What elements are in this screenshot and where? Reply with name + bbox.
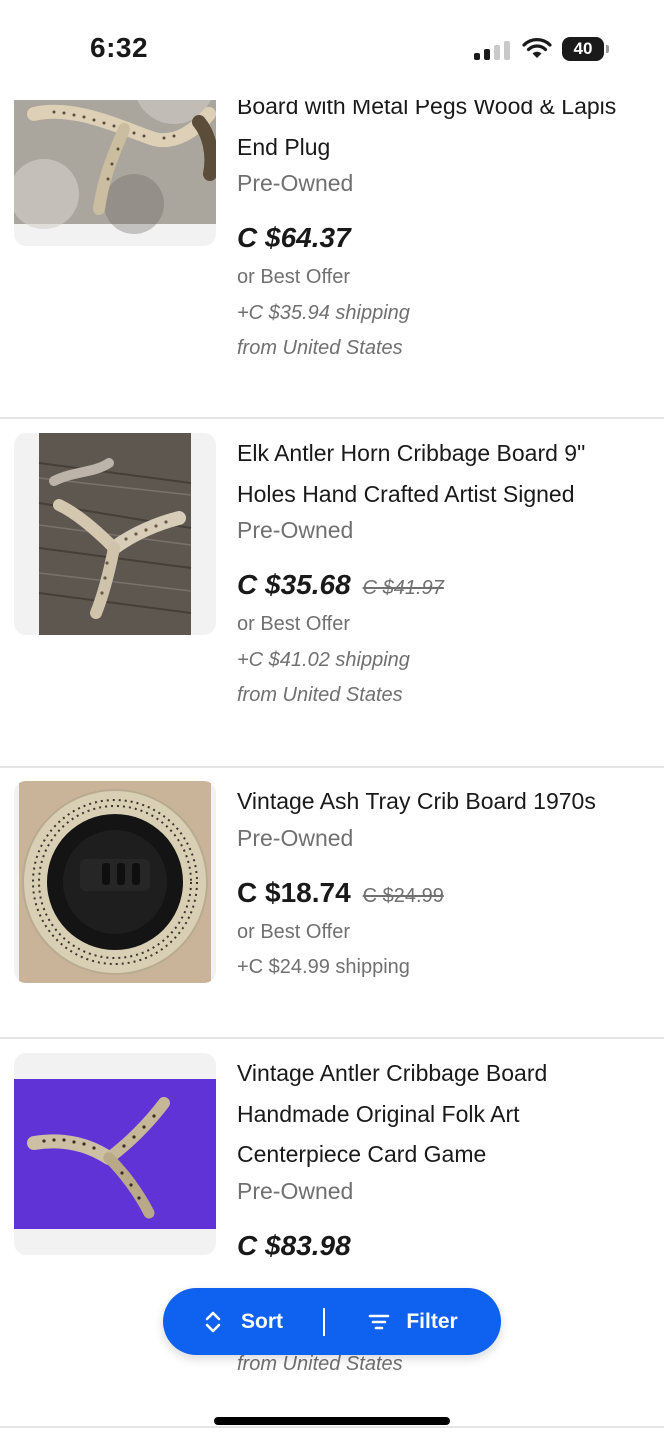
best-offer-label: or Best Offer bbox=[237, 266, 351, 288]
shipping-cost: +C $24.99 shipping bbox=[237, 956, 410, 978]
battery-icon: 40 bbox=[562, 37, 604, 61]
price-row: C $35.68 C $41.97 bbox=[237, 569, 657, 607]
listing-condition: Pre-Owned bbox=[237, 517, 354, 543]
signal-icon bbox=[474, 40, 510, 60]
home-indicator[interactable] bbox=[214, 1417, 450, 1425]
price-row: C $18.74 C $24.99 bbox=[237, 877, 657, 915]
wifi-icon bbox=[522, 38, 552, 58]
listing-price: C $64.37 bbox=[237, 222, 351, 253]
sort-filter-bar: Sort Filter bbox=[163, 1288, 501, 1355]
listing-image[interactable] bbox=[14, 1053, 216, 1255]
sort-button[interactable]: Sort bbox=[163, 1288, 323, 1355]
listing-title-line: End Plug bbox=[237, 133, 331, 160]
sort-icon bbox=[205, 1311, 221, 1332]
listing-image[interactable] bbox=[14, 781, 216, 983]
best-offer-label: or Best Offer bbox=[237, 613, 351, 635]
divider bbox=[0, 766, 664, 768]
listing-condition: Pre-Owned bbox=[237, 824, 354, 851]
listing-title[interactable]: Vintage Antler Cribbage Board Handmade O… bbox=[237, 1053, 657, 1175]
listing-condition: Pre-Owned bbox=[237, 1177, 354, 1204]
item-location: from United States bbox=[237, 337, 403, 359]
listing-title-line: Holes Hand Crafted Artist Signed bbox=[237, 480, 575, 507]
status-time: 6:32 bbox=[90, 32, 149, 63]
listing-title[interactable]: Elk Antler Horn Cribbage Board 9" Holes … bbox=[237, 433, 657, 514]
item-location: from United States bbox=[237, 684, 403, 706]
listing-price: C $18.74 bbox=[237, 876, 351, 908]
filter-icon bbox=[369, 1314, 390, 1329]
status-bar: 6:32 40 bbox=[0, 0, 664, 100]
price-row: C $83.98 bbox=[237, 1230, 657, 1268]
filter-button[interactable]: Filter bbox=[325, 1288, 501, 1355]
battery-level: 40 bbox=[573, 39, 593, 58]
listing-image[interactable] bbox=[14, 433, 216, 635]
listing-condition: Pre-Owned bbox=[237, 170, 354, 196]
listing-title-line: Centerpiece Card Game bbox=[237, 1141, 487, 1167]
price-row: C $64.37 bbox=[237, 222, 657, 260]
divider bbox=[0, 1037, 664, 1039]
listing-title-line: Elk Antler Horn Cribbage Board 9" bbox=[237, 440, 586, 466]
shipping-cost: +C $35.94 shipping bbox=[237, 301, 410, 324]
listing-price: C $35.68 bbox=[237, 569, 351, 600]
divider bbox=[0, 417, 664, 419]
sort-label: Sort bbox=[241, 1309, 283, 1333]
battery-nub bbox=[606, 45, 609, 53]
divider bbox=[0, 1426, 664, 1428]
listing-title-line: Vintage Antler Cribbage Board bbox=[237, 1060, 548, 1086]
original-price: C $24.99 bbox=[362, 884, 444, 907]
original-price: C $41.97 bbox=[362, 577, 444, 599]
shipping-cost: +C $41.02 shipping bbox=[237, 648, 410, 671]
listing-title[interactable]: Vintage Ash Tray Crib Board 1970s bbox=[237, 781, 657, 822]
listing-title-line: Vintage Ash Tray Crib Board 1970s bbox=[237, 788, 596, 814]
listing-title-line: Handmade Original Folk Art bbox=[237, 1100, 520, 1127]
best-offer-label: or Best Offer bbox=[237, 920, 351, 943]
filter-label: Filter bbox=[406, 1309, 458, 1333]
listing-price: C $83.98 bbox=[237, 1229, 351, 1261]
